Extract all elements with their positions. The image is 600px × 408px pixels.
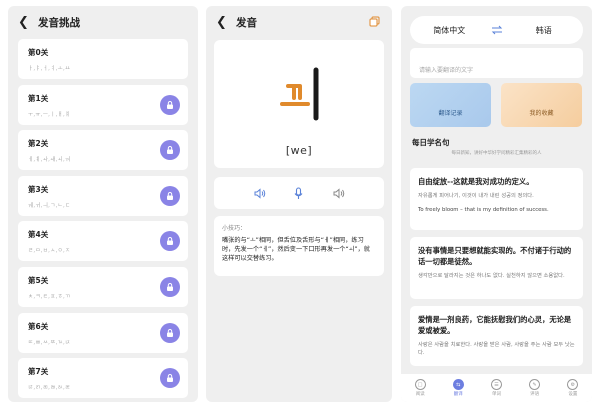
lesson-title: 第1关: [28, 93, 49, 103]
quote-korean: 사랑은 사람을 치료한다. 사랑을 받은 사람, 사랑을 주는 사람 모두 낫는…: [418, 342, 575, 356]
section-title: 每日学名句: [412, 138, 450, 147]
playback-icon[interactable]: [332, 187, 345, 200]
quote-card[interactable]: 自由绽放--这就是我对成功的定义。 자유롭게 피어나기, 이것이 내가 내린 성…: [410, 168, 583, 230]
challenge-panel: ❮ 发音挑战 第0关 ㅏ,ㅑ,ㅓ,ㅕ,ㅗ,ㅛ 第1关 ㅜ,ㅠ,ㅡ,ㅣ,ㅐ,ㅒ 第…: [8, 6, 198, 402]
tip-text: 嘴张的与“ㅗ”相同，但舌位及舌形与“ㅔ”相同，练习时，先发一个“ㅔ”，然后变一下…: [222, 237, 370, 262]
lock-icon: [160, 94, 180, 115]
back-icon[interactable]: ❮: [216, 15, 230, 30]
tab-label: 阅读: [415, 392, 425, 397]
share-icon[interactable]: [369, 16, 380, 27]
lesson-chars: ㅜ,ㅠ,ㅡ,ㅣ,ㅐ,ㅒ: [28, 111, 71, 118]
lesson-item-0[interactable]: 第0关 ㅏ,ㅑ,ㅓ,ㅕ,ㅗ,ㅛ: [18, 39, 188, 79]
tip-title: 小技巧：: [222, 225, 247, 232]
back-icon[interactable]: ❮: [18, 15, 32, 30]
tab-comments[interactable]: ✎ 评语: [529, 379, 541, 397]
lesson-item-5[interactable]: 第5关 ㅊ,ㅋ,ㅌ,ㅍ,ㅎ,ㄲ: [18, 266, 188, 307]
page-title: 发音挑战: [38, 16, 80, 29]
lesson-chars: ㅔ,ㅖ,ㅘ,ㅙ,ㅚ,ㅝ: [28, 157, 71, 164]
tab-label: 单词: [491, 392, 501, 397]
lock-icon: [160, 185, 180, 206]
section-subtitle: 每日新知，讲好中华好学问精彩汇集精彩的人: [451, 151, 542, 156]
lesson-item-3[interactable]: 第3关 ㅞ,ㅟ,ㅢ,ㄱ,ㄴ,ㄷ: [18, 175, 188, 216]
quote-korean: 생각만으로 달라지는 것은 하나도 없다. 실천하지 않으면 소용없다.: [418, 273, 565, 279]
quote-chinese: 自由绽放--这就是我对成功的定义。: [418, 177, 534, 186]
character-card: [we]: [214, 40, 384, 168]
favorites-label: 我的收藏: [529, 110, 554, 117]
quote-korean: 자유롭게 피어나기, 이것이 내가 내린 성공의 정의다.: [418, 193, 534, 199]
translate-placeholder: 请输入要翻译的文字: [419, 67, 474, 74]
lesson-list: 第0关 ㅏ,ㅑ,ㅓ,ㅕ,ㅗ,ㅛ 第1关 ㅜ,ㅠ,ㅡ,ㅣ,ㅐ,ㅒ 第2关 ㅔ,ㅖ,…: [18, 39, 188, 402]
lesson-item-2[interactable]: 第2关 ㅔ,ㅖ,ㅘ,ㅙ,ㅚ,ㅝ: [18, 130, 188, 171]
tab-reading[interactable]: □ 阅读: [414, 379, 426, 397]
book-icon: □: [414, 379, 426, 390]
tab-settings[interactable]: ⚙ 设置: [567, 379, 579, 397]
target-language[interactable]: 韩语: [505, 25, 584, 36]
tip-card: 小技巧： 嘴张的与“ㅗ”相同，但舌位及舌形与“ㅔ”相同，练习时，先发一个“ㅔ”，…: [214, 216, 384, 276]
page-title: 发音: [236, 16, 257, 29]
bottom-tabbar: □ 阅读 ⇆ 翻译 ☰ 单词 ✎ 评语 ⚙ 设置: [401, 374, 592, 402]
lesson-title: 第2关: [28, 139, 49, 149]
history-button[interactable]: 翻译记录: [410, 83, 491, 127]
quote-card[interactable]: 没有事情是只要想就能实现的。不付诸于行动的话一切都是徒然。 생각만으로 달라지는…: [410, 237, 583, 299]
lock-icon: [160, 276, 180, 297]
speaker-icon[interactable]: [253, 187, 266, 200]
lesson-item-1[interactable]: 第1关 ㅜ,ㅠ,ㅡ,ㅣ,ㅐ,ㅒ: [18, 84, 188, 125]
lesson-title: 第3关: [28, 184, 49, 194]
lesson-title: 第5关: [28, 275, 49, 285]
history-label: 翻译记录: [438, 110, 463, 117]
tab-label: 设置: [568, 392, 578, 397]
pronunciation-header: ❮ 发音: [206, 6, 392, 38]
tab-label: 翻译: [453, 392, 463, 397]
audio-controls: [214, 177, 384, 209]
lesson-chars: ㅏ,ㅑ,ㅓ,ㅕ,ㅗ,ㅛ: [28, 66, 71, 72]
favorites-button[interactable]: 我的收藏: [501, 83, 582, 127]
lesson-chars: ㄸ,ㅃ,ㅆ,ㅉ,ㄳ,ㄵ: [28, 339, 71, 346]
lesson-title: 第0关: [28, 48, 49, 57]
quote-card[interactable]: 爱情是一剂良药，它能抚慰我们的心灵，无论是爱或被爱。 사랑은 사람을 치료한다.…: [410, 306, 583, 366]
tab-label: 评语: [530, 392, 540, 397]
lesson-chars: ㄹ,ㅁ,ㅂ,ㅅ,ㅇ,ㅈ: [28, 248, 71, 255]
lesson-item-6[interactable]: 第6关 ㄸ,ㅃ,ㅆ,ㅉ,ㄳ,ㄵ: [18, 312, 188, 353]
comment-icon: ✎: [529, 379, 541, 390]
language-selector: 简体中文 韩语: [410, 16, 583, 44]
microphone-icon[interactable]: [292, 186, 305, 200]
lesson-title: 第4关: [28, 230, 49, 240]
lesson-item-7[interactable]: 第7关 ㄶ,ㄺ,ㄻ,ㄼ,ㄽ,ㄾ: [18, 358, 188, 399]
lock-icon: [160, 322, 180, 343]
lesson-title: 第7关: [28, 367, 49, 377]
swap-icon[interactable]: [489, 25, 505, 35]
lesson-chars: ㅊ,ㅋ,ㅌ,ㅍ,ㅎ,ㄲ: [28, 293, 71, 300]
lesson-item-4[interactable]: 第4关 ㄹ,ㅁ,ㅂ,ㅅ,ㅇ,ㅈ: [18, 221, 188, 262]
translate-icon: ⇆: [452, 379, 464, 390]
quote-english: To freely bloom – that is my definition …: [418, 207, 549, 213]
challenge-header: ❮ 发音挑战: [8, 6, 198, 38]
translate-input[interactable]: 请输入要翻译的文字: [410, 48, 583, 78]
lesson-title: 第6关: [28, 321, 49, 331]
translate-panel: 简体中文 韩语 请输入要翻译的文字 翻译记录 我的收藏 每日学名句 每日新知，讲…: [401, 6, 592, 402]
source-language[interactable]: 简体中文: [410, 25, 489, 36]
lesson-chars: ㅞ,ㅟ,ㅢ,ㄱ,ㄴ,ㄷ: [28, 202, 71, 209]
tab-translate[interactable]: ⇆ 翻译: [452, 379, 464, 397]
lesson-chars: ㄶ,ㄺ,ㄻ,ㄼ,ㄽ,ㄾ: [28, 385, 71, 392]
romanization: [we]: [285, 144, 313, 157]
quote-chinese: 没有事情是只要想就能实现的。不付诸于行动的话一切都是徒然。: [418, 246, 572, 266]
hangul-glyph: [280, 67, 319, 121]
word-icon: ☰: [490, 379, 502, 390]
gear-icon: ⚙: [567, 379, 579, 390]
pronunciation-panel: ❮ 发音 [we] 小技巧： 嘴张的与“ㅗ”相同，但舌位及舌形与“ㅔ”相同，练习…: [206, 6, 392, 402]
quote-chinese: 爱情是一剂良药，它能抚慰我们的心灵，无论是爱或被爱。: [418, 315, 572, 335]
tab-words[interactable]: ☰ 单词: [490, 379, 502, 397]
